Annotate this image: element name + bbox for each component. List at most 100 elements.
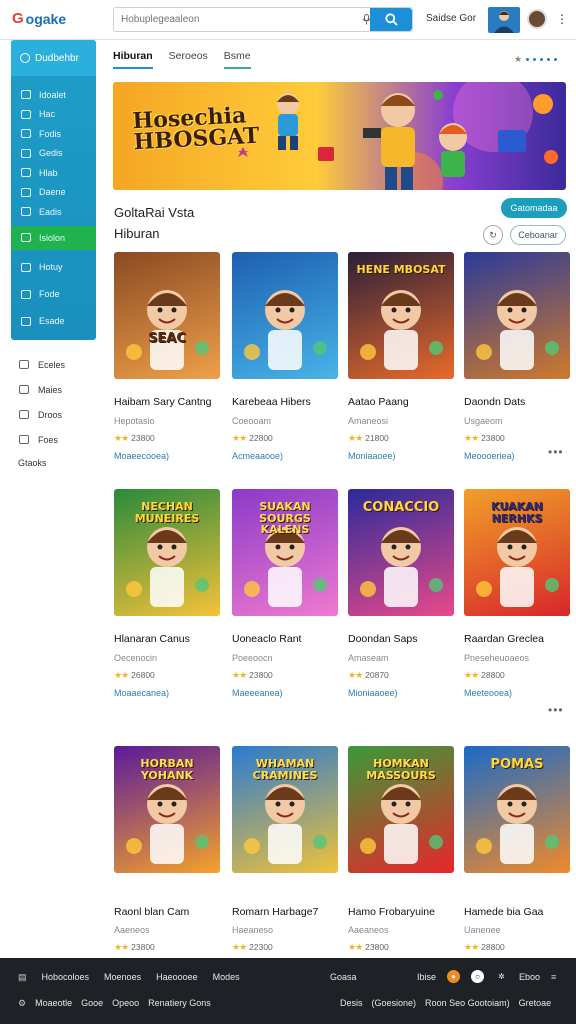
hamburger-icon[interactable]: ▤ — [18, 972, 27, 983]
menu-icon[interactable]: ≡ — [551, 972, 556, 982]
game-link[interactable]: Maeeeanea) — [232, 688, 283, 698]
footer-link[interactable]: Eboo — [519, 972, 540, 982]
secondary-item-4[interactable]: Foes — [11, 427, 96, 452]
sidebar-item-3[interactable]: Fodis — [11, 124, 96, 144]
game-thumbnail[interactable]: NECHAN MUNEIRES — [114, 489, 220, 616]
sidebar-item-2[interactable]: Hac — [11, 105, 96, 125]
game-link[interactable]: Moaaecanea) — [114, 688, 169, 698]
footer-link[interactable]: Opeoo — [112, 998, 139, 1009]
game-thumbnail[interactable]: HOMKAN MASSOURS — [348, 746, 454, 873]
game-card[interactable]: HORBAN YOHANK Raonl blan Cam Aaeneos ★★ 2380… — [114, 746, 220, 952]
sign-in-link[interactable]: Saidse Gor — [426, 13, 476, 24]
profile-picture[interactable] — [488, 7, 520, 33]
footer-link[interactable]: Roon Seo Gootoiam) — [425, 998, 510, 1008]
game-title[interactable]: Hamede bia Gaa — [464, 906, 543, 918]
footer-link[interactable]: Renatiery Gons — [148, 998, 211, 1009]
game-thumbnail[interactable]: SEAC — [114, 252, 220, 379]
game-title[interactable]: Uoneaclo Rant — [232, 633, 301, 645]
sidebar-item-1[interactable]: Idoalet — [11, 85, 96, 105]
game-card[interactable]: HOMKAN MASSOURS Hamo Frobaryuine Aaeaneos ★… — [348, 746, 454, 952]
pin-icon[interactable]: ★ — [514, 54, 522, 65]
game-card[interactable]: SUAKAN SOURGS KALENS Uoneaclo Rant Poeeooc… — [232, 489, 338, 698]
game-title[interactable]: Romarn Harbage7 — [232, 906, 318, 918]
secondary-item-1[interactable]: Eceles — [11, 352, 96, 377]
game-title[interactable]: Raonl blan Cam — [114, 906, 189, 918]
sidebar-item-6[interactable]: Daene — [11, 183, 96, 203]
game-link[interactable]: Acmeaaooe) — [232, 451, 283, 461]
game-thumbnail[interactable] — [232, 252, 338, 379]
game-card[interactable]: Daondn Dats Usgaeom ★★ 23800 Meoooeriea) — [464, 252, 570, 461]
tab-1[interactable]: Hiburan — [113, 50, 153, 69]
tab-3[interactable]: Bsme — [223, 50, 251, 69]
game-link[interactable]: Moniaaoee) — [348, 451, 396, 461]
footer-link[interactable]: Hobocoloes — [42, 972, 90, 983]
game-card[interactable]: POMAS Hamede bia Gaa Uanenee ★★ 28800 — [464, 746, 570, 952]
site-logo[interactable]: G ogake — [12, 10, 66, 27]
search-button[interactable] — [370, 8, 412, 31]
game-link[interactable]: Meeteooea) — [464, 688, 512, 698]
game-title[interactable]: Raardan Greclea — [464, 633, 544, 645]
star-icon: ★★ — [232, 433, 247, 443]
sidebar-header[interactable]: Dudbehbr — [11, 40, 96, 76]
game-thumbnail[interactable]: WHAMAN CRAMINES — [232, 746, 338, 873]
more-dots-icon[interactable]: ••• — [548, 445, 564, 459]
game-thumbnail[interactable]: HENE MBOSAT — [348, 252, 454, 379]
sidebar-item-7[interactable]: Eadis — [11, 202, 96, 222]
sidebar-item-9[interactable]: Fode — [11, 281, 96, 308]
game-card[interactable]: CONACCIO Doondan Saps Amaseam ★★ 20870 Mionia… — [348, 489, 454, 698]
game-card[interactable]: NECHAN MUNEIRES Hlanaran Canus Oecenocin ★★… — [114, 489, 220, 698]
game-card[interactable]: WHAMAN CRAMINES Romarn Harbage7 Haeaneso ★★… — [232, 746, 338, 952]
primary-pill-button[interactable]: Gatomadaa — [501, 198, 567, 218]
game-link[interactable]: Meoooeriea) — [464, 451, 515, 461]
more-options-icon[interactable]: ⋮ — [556, 12, 568, 26]
secondary-item-5[interactable]: Gtaoks — [10, 452, 96, 474]
game-link[interactable]: Mioniaaoee) — [348, 688, 398, 698]
footer-link[interactable]: Gooe — [81, 998, 103, 1009]
game-link[interactable]: Moaeecooea) — [114, 451, 169, 461]
game-card[interactable]: KUAKAN NERHKS Raardan Greclea Pneseheuoaeo… — [464, 489, 570, 698]
game-title[interactable]: Doondan Saps — [348, 633, 417, 645]
more-dots-icon[interactable]: ••• — [548, 703, 564, 717]
game-card[interactable]: HENE MBOSAT Aatao Paang Amaneosi ★★ 21800 Mon… — [348, 252, 454, 461]
footer-link[interactable]: Modes — [213, 972, 240, 983]
refresh-icon[interactable]: ↻ — [483, 225, 503, 245]
tab-2[interactable]: Seroeos — [169, 50, 208, 69]
game-thumbnail[interactable]: POMAS — [464, 746, 570, 873]
secondary-item-3[interactable]: Droos — [11, 402, 96, 427]
secondary-item-2[interactable]: Maies — [11, 377, 96, 402]
game-title[interactable]: Haibam Sary Cantng — [114, 396, 211, 408]
notification-icon[interactable]: ● — [447, 970, 461, 983]
search-input[interactable] — [114, 8, 359, 31]
game-thumbnail[interactable] — [464, 252, 570, 379]
footer-link[interactable]: Moenoes — [104, 972, 141, 983]
game-title[interactable]: Hamo Frobaryuine — [348, 906, 435, 918]
game-card[interactable]: SEAC Haibam Sary Cantng Hepotasio ★★ 23800 Mo… — [114, 252, 220, 461]
footer-link[interactable]: Goasa — [330, 972, 357, 982]
game-title[interactable]: Hlanaran Canus — [114, 633, 190, 645]
avatar[interactable] — [527, 9, 547, 29]
game-thumbnail[interactable]: HORBAN YOHANK — [114, 746, 220, 873]
sidebar-item-active[interactable]: Isiolon — [11, 225, 96, 250]
footer-link[interactable]: Ibise — [417, 972, 436, 982]
circle-icon[interactable]: ○ — [471, 970, 485, 983]
footer-link[interactable]: (Goesione) — [372, 998, 417, 1008]
sidebar-item-10[interactable]: Esade — [11, 308, 96, 335]
sidebar-item-5[interactable]: Hlab — [11, 163, 96, 183]
footer-link[interactable]: Moaeotle — [35, 998, 72, 1009]
outline-button[interactable]: Ceboanar — [510, 225, 566, 245]
game-title[interactable]: Aatao Paang — [348, 396, 409, 408]
footer-link[interactable]: Desis — [340, 998, 363, 1008]
sidebar-item-4[interactable]: Gedis — [11, 144, 96, 164]
footer-link[interactable]: Haeoooee — [156, 972, 198, 983]
hero-banner[interactable]: Hosechia HBOSGAT — [113, 82, 566, 190]
game-thumbnail[interactable]: SUAKAN SOURGS KALENS — [232, 489, 338, 616]
game-title[interactable]: Karebeaa Hibers — [232, 396, 311, 408]
gear-icon[interactable]: ✲ — [495, 970, 508, 983]
game-card[interactable]: Karebeaa Hibers Coeooam ★★ 22800 Acmeaaooe) — [232, 252, 338, 461]
footer-link[interactable]: Gretoae — [519, 998, 552, 1008]
game-thumbnail[interactable]: CONACCIO — [348, 489, 454, 616]
sidebar-item-8[interactable]: Hotuy — [11, 254, 96, 281]
game-thumbnail[interactable]: KUAKAN NERHKS — [464, 489, 570, 616]
game-title[interactable]: Daondn Dats — [464, 396, 525, 408]
settings-icon[interactable]: ⚙ — [18, 998, 26, 1009]
